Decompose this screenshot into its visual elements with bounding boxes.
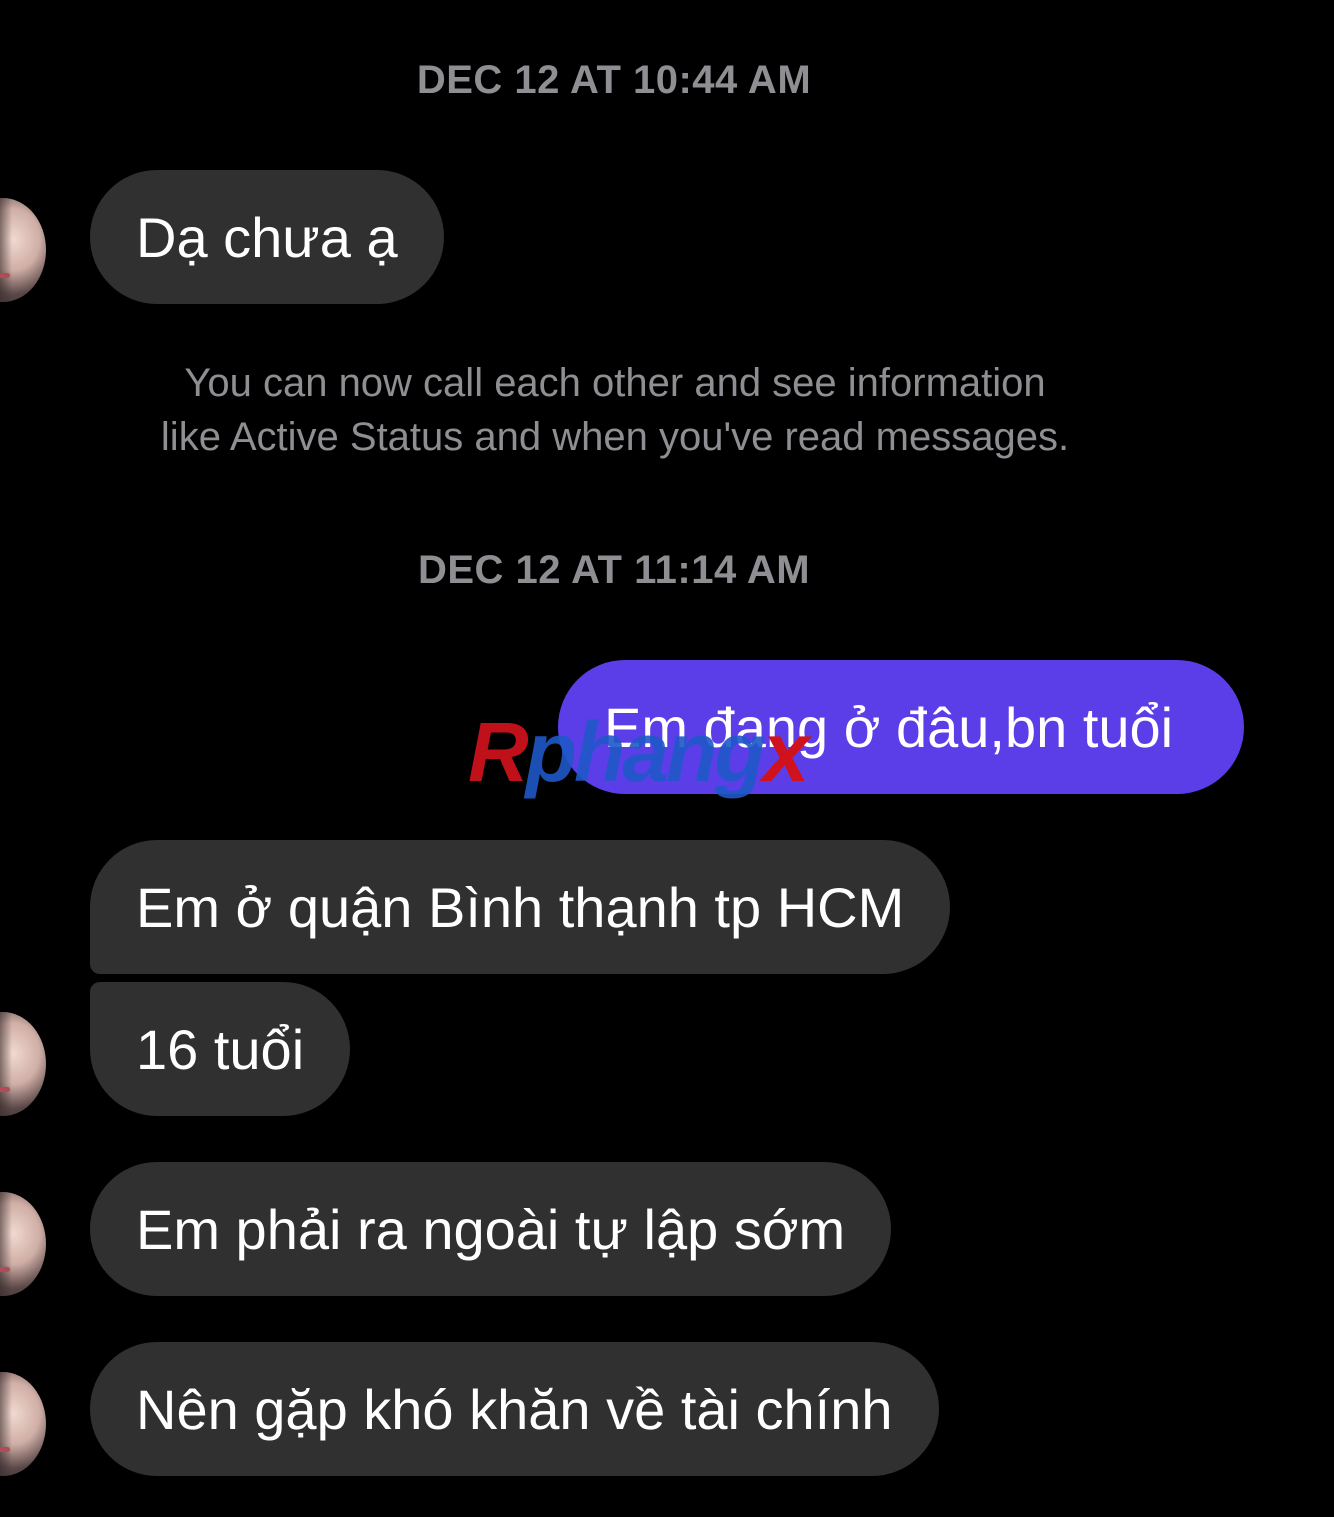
avatar-hair	[0, 1192, 12, 1296]
watermark-part: R	[468, 705, 529, 799]
avatar-hair	[0, 1012, 12, 1116]
timestamp: DEC 12 AT 11:14 AM	[417, 548, 811, 592]
contact-avatar[interactable]	[0, 1372, 46, 1476]
system-notice: You can now call each other and see info…	[80, 356, 1150, 464]
avatar-lip	[0, 1086, 11, 1092]
contact-avatar[interactable]	[0, 198, 46, 302]
contact-avatar[interactable]	[0, 1192, 46, 1296]
timestamp: DEC 12 AT 10:44 AM	[416, 58, 812, 102]
system-notice-line: like Active Status and when you've read …	[160, 415, 1070, 459]
message-bubble-incoming[interactable]: Nên gặp khó khăn về tài chính	[90, 1342, 939, 1476]
avatar-hair	[0, 198, 12, 302]
message-bubble-outgoing[interactable]: Em đang ở đâu,bn tuổi	[558, 660, 1244, 794]
avatar-lip	[0, 272, 11, 278]
avatar-lip	[0, 1446, 11, 1452]
message-bubble-incoming[interactable]: 16 tuổi	[90, 982, 351, 1116]
contact-avatar[interactable]	[0, 1012, 46, 1116]
message-bubble-incoming[interactable]: Dạ chưa ạ	[90, 170, 444, 304]
message-bubble-incoming[interactable]: Em ở quận Bình thạnh tp HCM	[90, 840, 951, 974]
avatar-lip	[0, 1266, 11, 1272]
message-bubble-incoming[interactable]: Em phải ra ngoài tự lập sớm	[90, 1162, 892, 1296]
avatar-hair	[0, 1372, 12, 1476]
system-notice-line: You can now call each other and see info…	[184, 361, 1046, 405]
